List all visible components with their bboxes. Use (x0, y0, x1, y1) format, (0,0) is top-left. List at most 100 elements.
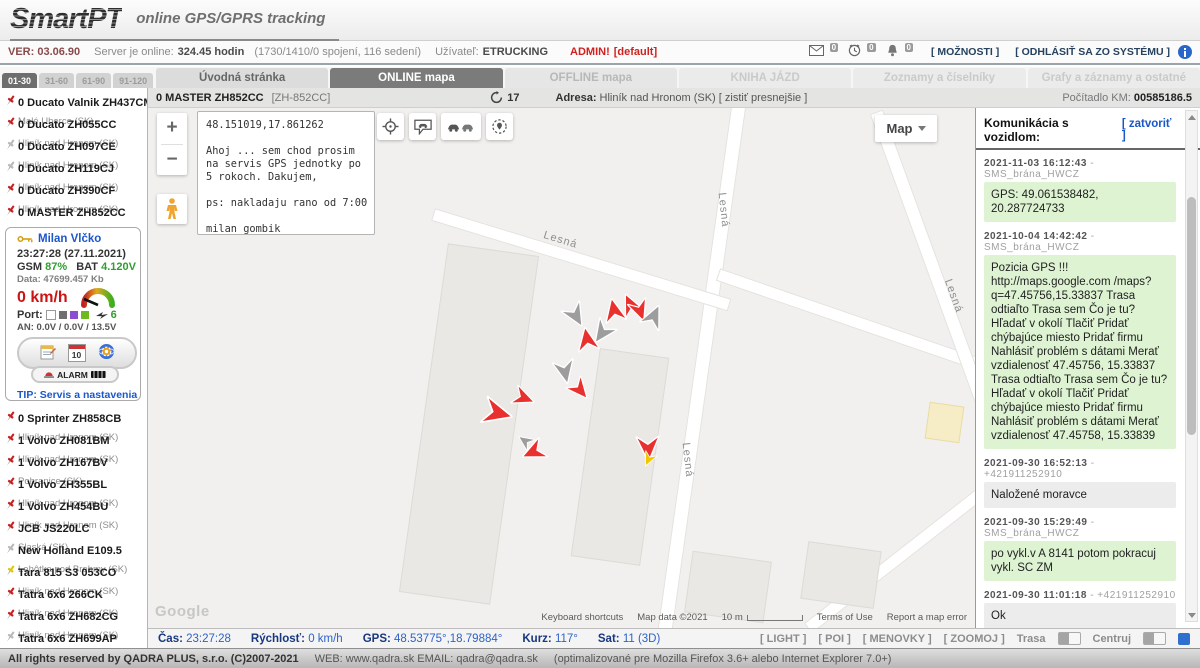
vehicle-name: 1 Volvo ZH081BM (18, 435, 110, 447)
contact-text: WEB: www.qadra.sk EMAIL: qadra@qadra.sk (315, 653, 538, 665)
message-header: 2021-09-30 15:29:49 - SMS_brána_HWCZ (984, 517, 1176, 539)
tab-grafy[interactable]: Grafy a záznamy a ostatné (1028, 68, 1200, 88)
logo-area: SmartPTonline GPS/GPRS tracking (10, 3, 339, 41)
corner-indicator-icon[interactable] (1178, 633, 1190, 645)
pin-icon (4, 93, 18, 113)
vehicle-name: 1 Volvo ZH355BL (18, 479, 107, 491)
notes-icon[interactable] (40, 344, 56, 363)
vehicle-list-item[interactable]: New Holland E109.5Lehôtka pod Brehmy (SK… (4, 541, 127, 561)
scroll-down-arrow[interactable] (1186, 609, 1197, 621)
tab-online-mapa[interactable]: ONLINE mapa (330, 68, 502, 88)
message-body: Naložené moravce (984, 482, 1176, 508)
tab-zoznamy[interactable]: Zoznamy a číselníky (853, 68, 1025, 88)
vehicle-list-item[interactable]: Tara 815 S3 053COHliník nad Hronom (SK) (4, 563, 127, 583)
optimized-text: (optimalizované pre Mozilla Firefox 3.6+… (554, 653, 892, 665)
pin-icon (4, 431, 18, 451)
settings-globe-icon[interactable] (98, 343, 115, 363)
comm-close-link[interactable]: [ zatvoriť ] (1122, 118, 1176, 142)
mail-count-badge: 0 (830, 43, 838, 52)
vehicle-list-item[interactable]: 0 Ducato Valnik ZH437CMMalé Uherce (SK) (4, 93, 147, 113)
zoom-out-button[interactable]: − (157, 145, 187, 176)
vehicle-list-item[interactable]: 1 Volvo ZH454BUHliník nad Hronom (SK) (4, 497, 127, 517)
message: 2021-09-30 11:01:18 - +421911252910Ok (984, 590, 1176, 628)
vehicle-list-item[interactable]: 1 Volvo ZH081BMHliník nad Hronom (SK) (4, 431, 127, 451)
vehicle-list-item[interactable]: 0 Sprinter ZH858CBHliník nad Hronom (SK) (4, 409, 127, 429)
message-body: GPS: 49.061538482, 20.287724733 (984, 182, 1176, 222)
pager-tab-01-30[interactable]: 01-30 (2, 73, 37, 88)
vehicle-list-item[interactable]: 0 Ducato ZH119CJHliník nad Hronom (SK) (4, 159, 147, 179)
trasa-toggle[interactable] (1058, 632, 1081, 645)
vehicle-list-item[interactable]: Tatra 6x6 ZH682CGHliník nad Hronom (SK) (4, 607, 127, 627)
server-hours: 324.45 hodin (178, 46, 245, 58)
call-clock-icon[interactable] (848, 44, 861, 60)
info-bar: VER: 03.06.90 Server je online: 324.45 h… (0, 41, 1200, 65)
trasa-label: Trasa (1017, 633, 1046, 645)
gsm-value: 87% (45, 261, 67, 273)
info-icon[interactable] (1178, 45, 1192, 59)
vehicle-list-item[interactable]: Tatra 6x6 266CKHliník nad Hronom (SK) (4, 585, 127, 605)
calendar-icon[interactable]: 10 (68, 344, 86, 362)
vehicle-list-item[interactable]: 0 Ducato ZH390CFHliník nad Hronom (SK) (4, 181, 147, 201)
chat-car-icon (414, 119, 432, 135)
port-indicator-1 (46, 310, 56, 320)
zoomoj-button[interactable]: [ ZOOMOJ ] (944, 633, 1005, 645)
refresh-button[interactable]: 17 (490, 91, 519, 104)
vehicle-list-item[interactable]: Tatra 6x6 ZH699APHliník nad Hronom (SK) (4, 629, 127, 648)
keyboard-shortcuts-link[interactable]: Keyboard shortcuts (541, 612, 623, 623)
tip-link[interactable]: TIP: Servis a nastavenia (17, 389, 140, 401)
port-value: 6 (111, 309, 117, 321)
traffic-button[interactable] (441, 113, 481, 140)
last-update-time: 23:27:28 (27.11.2021) (17, 248, 140, 260)
report-error-link[interactable]: Report a map error (887, 612, 967, 623)
options-link[interactable]: [ MOŽNOSTI ] (931, 46, 999, 58)
map-status-bar: Čas: 23:27:28 Rýchlosť: 0 km/h GPS: 48.5… (148, 628, 1200, 648)
poi-button[interactable]: [ POI ] (818, 633, 850, 645)
centruj-toggle[interactable] (1143, 632, 1166, 645)
map-attribution: Keyboard shortcuts Map data ©2021 10 m T… (541, 612, 967, 623)
tab-uvodna-stranka[interactable]: Úvodná stránka (156, 68, 328, 88)
copyright-text: All rights reserved by QADRA PLUS, s.r.o… (8, 653, 299, 665)
scroll-thumb[interactable] (1187, 197, 1196, 435)
data-value: 47699.457 Kb (43, 274, 103, 285)
nav-row: 01-30 31-60 61-90 91-120 Úvodná stránka … (0, 67, 1200, 88)
alarm-bell-icon[interactable] (886, 44, 899, 60)
zoom-in-button[interactable]: + (157, 113, 187, 144)
version-label: VER: (8, 46, 34, 58)
app-logo: SmartPT (10, 3, 122, 35)
menovky-button[interactable]: [ MENOVKY ] (863, 633, 932, 645)
tab-kniha-jazd[interactable]: KNIHA JÁZD (679, 68, 851, 88)
logout-link[interactable]: [ ODHLÁSIŤ SA ZO SYSTÉMU ] (1015, 46, 1170, 58)
map-canvas[interactable]: Lesná Lesná Lesná Lesná + − 48.151019,17… (148, 108, 975, 628)
driver-name[interactable]: Milan Vlčko (38, 233, 101, 245)
tab-offline-mapa[interactable]: OFFLINE mapa (505, 68, 677, 88)
pager-tab-61-90[interactable]: 61-90 (76, 73, 111, 88)
version-value: 03.06.90 (37, 46, 80, 58)
pin-icon (4, 497, 18, 517)
pager-tab-31-60[interactable]: 31-60 (39, 73, 74, 88)
scroll-up-arrow[interactable] (1186, 111, 1197, 123)
alarm-button[interactable]: ALARM (31, 366, 119, 383)
vehicle-arrow-marker[interactable] (574, 325, 600, 352)
vehicle-list-item[interactable]: 0 MASTER ZH852CCHliník nad Hronom (SK) (4, 203, 147, 223)
speed-value: 0 km/h (17, 289, 68, 307)
driver-row: Milan Vlčko (17, 233, 140, 245)
address-label: Adresa: (556, 92, 597, 104)
poi-radius-button[interactable] (486, 113, 513, 140)
vehicle-list-item[interactable]: 0 Ducato ZH097CEHliník nad Hronom (SK) (4, 137, 147, 157)
terms-link[interactable]: Terms of Use (817, 612, 873, 623)
pager-tab-91-120[interactable]: 91-120 (113, 73, 153, 88)
alarm-light-icon (44, 370, 54, 379)
vehicle-list-item[interactable]: 1 Volvo ZH355BLHliník nad Hronom (SK) (4, 475, 127, 495)
light-mode-button[interactable]: [ LIGHT ] (760, 633, 806, 645)
comm-title: Komunikácia s vozidlom: (984, 116, 1122, 144)
address-detail-link[interactable]: [ zistiť presnejšie ] (719, 92, 808, 104)
vehicle-list-item[interactable]: 0 Ducato ZH055CCHliník nad Hronom (SK) (4, 115, 147, 135)
pegman-button[interactable] (157, 194, 187, 224)
locate-button[interactable] (377, 113, 404, 140)
port-indicator-3 (70, 311, 78, 319)
vehicle-chat-button[interactable] (409, 113, 436, 140)
mail-icon[interactable] (809, 45, 824, 59)
map-type-button[interactable]: Map (875, 115, 937, 142)
status-time: 23:27:28 (186, 633, 231, 645)
comm-scrollbar[interactable] (1185, 110, 1198, 622)
